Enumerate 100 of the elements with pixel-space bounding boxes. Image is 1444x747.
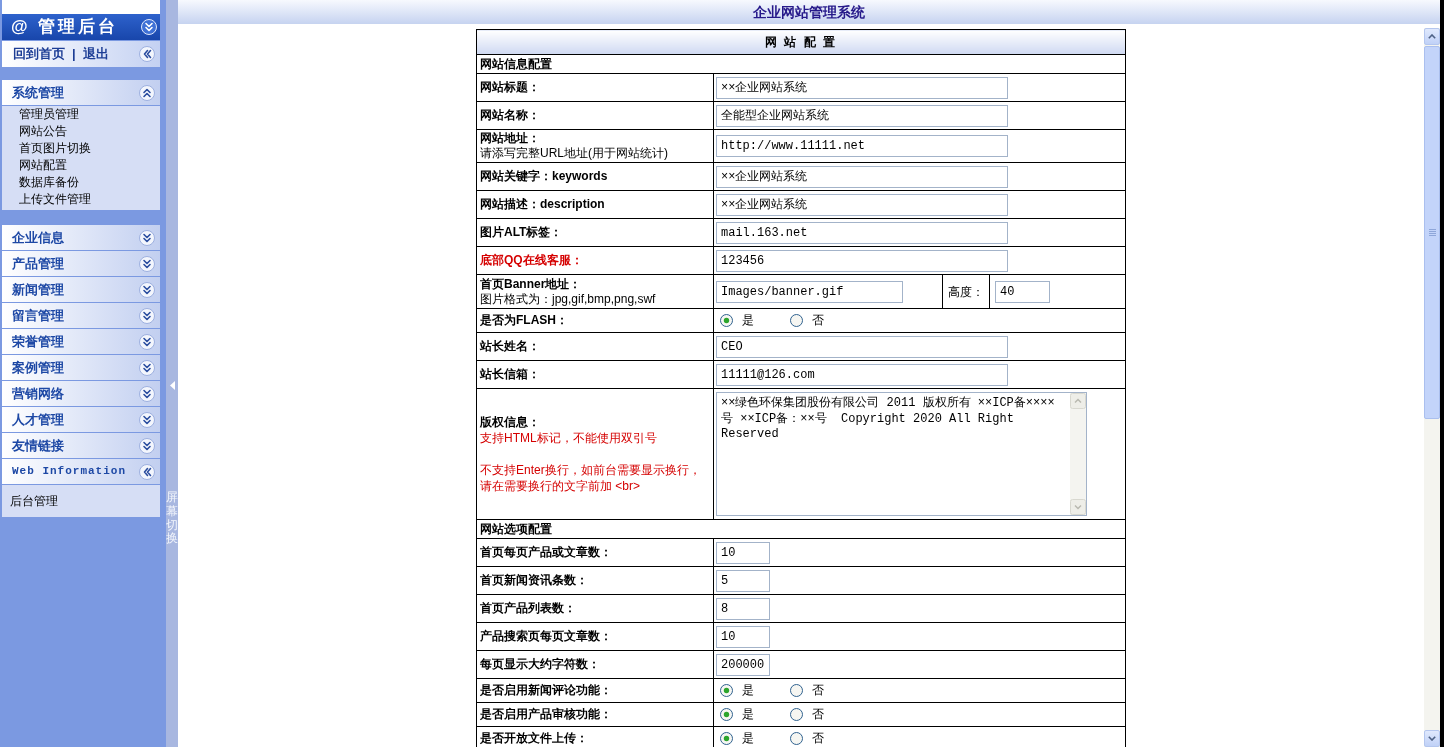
menu-item[interactable]: 首页图片切换 [19,140,91,157]
text-input[interactable]: ××企业网站系统 [716,76,1008,99]
menu-section-title: 人才管理 [12,410,64,429]
scrollbar-thumb[interactable] [1424,46,1440,419]
field-label: 是否开放文件上传： [480,731,588,746]
radio-option[interactable]: 是 [720,683,754,698]
menu-section-header[interactable]: 案例管理 [2,355,160,380]
text-input[interactable]: 11111@126.com [716,363,1008,386]
menu-section-header[interactable]: 荣誉管理 [2,329,160,354]
text-input[interactable]: 123456 [716,249,1008,272]
text-input[interactable]: http://www.11111.net [716,135,1008,157]
radio-icon[interactable] [790,684,803,697]
text-input[interactable]: CEO [716,335,1008,358]
radio-icon[interactable] [720,684,733,697]
field-label: 高度： [948,283,984,301]
menu-item[interactable]: 后台管理 [10,492,58,510]
field-label: 网站关键字：keywords [480,169,608,184]
field-label: 产品搜索页每页文章数： [480,629,612,644]
menu-section-header[interactable]: 产品管理 [2,251,160,276]
double-chevron-up-icon[interactable] [139,84,155,101]
text-input[interactable]: 10 [716,541,770,564]
double-chevron-down-icon[interactable] [139,385,155,402]
menu-section-title: 案例管理 [12,358,64,377]
field-note: 图片格式为：jpg,gif,bmp,png,swf [480,291,656,307]
section-heading: 网站信息配置 [476,54,1126,74]
text-input[interactable]: 200000 [716,653,770,676]
menu-section-header[interactable]: 友情链接 [2,433,160,458]
menu-section-header[interactable]: 留言管理 [2,303,160,328]
radio-option[interactable]: 是 [720,731,754,746]
menu-item[interactable]: 网站配置 [19,157,67,174]
radio-option[interactable]: 是 [720,313,754,328]
radio-icon[interactable] [720,708,733,721]
field-label: 网站标题： [480,80,540,95]
text-input[interactable]: Images/banner.gif [716,280,903,303]
field-label: 站长姓名： [480,339,540,354]
radio-option[interactable]: 是 [720,707,754,722]
text-input[interactable]: ××企业网站系统 [716,165,1008,188]
text-input[interactable]: mail.163.net [716,221,1008,244]
scroll-down-button[interactable] [1424,730,1440,747]
menu-section-header[interactable]: 人才管理 [2,407,160,432]
radio-icon[interactable] [720,314,733,327]
field-label: 是否启用产品审核功能： [480,707,612,722]
radio-icon[interactable] [720,732,733,745]
field-label: 是否启用新闻评论功能： [480,683,612,698]
menu-item[interactable]: 管理员管理 [19,106,79,123]
scrollbar[interactable] [1424,28,1440,747]
warning-note: 支持HTML标记，不能使用双引号 [480,429,658,446]
double-chevron-left-icon[interactable] [139,463,155,480]
menu-section-title: 企业信息 [12,228,64,247]
menu-item[interactable]: 上传文件管理 [19,191,91,208]
double-chevron-left-icon[interactable] [139,46,155,62]
text-input[interactable]: 8 [716,597,770,620]
double-chevron-down-icon[interactable] [139,333,155,350]
text-input[interactable]: ××企业网站系统 [716,193,1008,216]
radio-option[interactable]: 否 [790,683,824,698]
warning-note: 不支持Enter换行，如前台需要显示换行，请在需要换行的文字前加 <br> [480,461,702,494]
chevron-down-icon [1428,736,1436,741]
text-input[interactable]: 40 [995,280,1050,303]
field-label: 网站名称： [480,108,540,123]
double-chevron-down-icon[interactable] [139,411,155,428]
radio-icon[interactable] [790,732,803,745]
page-title: 企业网站管理系统 [753,2,865,22]
radio-icon[interactable] [790,708,803,721]
double-chevron-down-icon[interactable] [139,255,155,272]
field-label: 每页显示大约字符数： [480,657,600,672]
radio-option[interactable]: 否 [790,313,824,328]
double-chevron-down-icon[interactable] [139,281,155,298]
radio-option[interactable]: 否 [790,731,824,746]
nav-link[interactable]: 回到首页 [13,44,65,64]
menu-item[interactable]: 网站公告 [19,123,67,140]
menu-section-title: Web Information [12,464,127,480]
field-label: 网站描述：description [480,197,605,212]
radio-option[interactable]: 否 [790,707,824,722]
double-chevron-down-icon[interactable] [139,437,155,454]
nav-link[interactable]: 退出 [82,44,109,64]
menu-section-title: 留言管理 [12,306,64,325]
menu-section-header[interactable]: Web Information [2,459,160,484]
text-input[interactable]: 5 [716,569,770,592]
field-label: 首页新闻资讯条数： [480,573,588,588]
double-chevron-down-icon[interactable] [139,229,155,246]
text-input[interactable]: 全能型企业网站系统 [716,104,1008,127]
scroll-up-button[interactable] [1424,28,1440,45]
menu-section-header[interactable]: 新闻管理 [2,277,160,302]
double-chevron-down-icon[interactable] [139,307,155,324]
menu-section-title: 营销网络 [12,384,64,403]
chevron-up-icon [1428,34,1436,39]
double-chevron-down-icon[interactable] [139,359,155,376]
form-title: 网 站 配 置 [476,29,1126,55]
menu-section-header[interactable]: 企业信息 [2,225,160,250]
menu-section-header[interactable]: 系统管理 [2,80,160,105]
field-label: 首页Banner地址： [480,276,582,292]
field-label: 首页产品列表数： [480,601,576,616]
menu-section-title: 产品管理 [12,254,64,273]
text-input[interactable]: 10 [716,625,770,648]
field-label: 首页每页产品或文章数： [480,545,612,560]
menu-section-title: 系统管理 [12,83,64,102]
menu-item[interactable]: 数据库备份 [19,174,79,191]
radio-icon[interactable] [790,314,803,327]
field-label: 站长信箱： [480,367,540,382]
menu-section-header[interactable]: 营销网络 [2,381,160,406]
